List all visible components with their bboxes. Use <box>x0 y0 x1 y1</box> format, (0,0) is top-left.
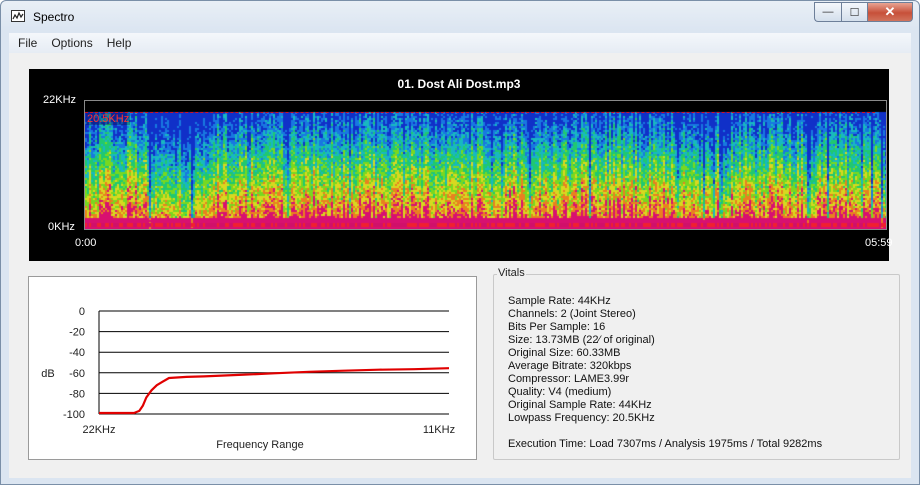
y-tick-label: -80 <box>69 388 85 400</box>
window-controls: — ☐ ✕ <box>814 2 913 22</box>
menu-bar: File Options Help <box>9 33 911 54</box>
vital-sample-rate: Sample Rate: 44KHz <box>508 295 611 307</box>
y-tick-label: -20 <box>69 327 85 339</box>
file-title: 01. Dost Ali Dost.mp3 <box>397 77 521 91</box>
vital-quality: Quality: V4 (medium) <box>508 386 612 398</box>
spectrogram-panel: 01. Dost Ali Dost.mp3 22KHz 0KHz 20.5KHz… <box>29 69 893 261</box>
app-icon <box>11 10 25 22</box>
x-tick-label: 11KHz <box>423 424 455 436</box>
vital-original-sample-rate: Original Sample Rate: 44KHz <box>508 399 652 411</box>
lowpass-marker-label: 20.5KHz <box>86 113 131 125</box>
menu-options[interactable]: Options <box>42 33 97 53</box>
y-max-label: 22KHz <box>43 94 77 106</box>
app-window: Spectro — ☐ ✕ File Options Help 01. Dost… <box>0 0 920 485</box>
minimize-button[interactable]: — <box>814 2 841 22</box>
menu-help[interactable]: Help <box>98 33 137 53</box>
spectrogram-image[interactable] <box>84 100 887 230</box>
vital-lowpass-frequency: Lowpass Frequency: 20.5KHz <box>508 412 655 424</box>
vital-compressor: Compressor: LAME3.99r <box>508 373 630 385</box>
vital-size: Size: 13.73MB (22⁄ of original) <box>508 334 655 346</box>
x-axis-label: Frequency Range <box>216 439 303 451</box>
x-tick-label: 22KHz <box>82 424 115 436</box>
response-curve <box>99 367 450 415</box>
lowpass-line <box>85 112 875 113</box>
vital-original-size: Original Size: 60.33MB <box>508 347 621 359</box>
vital-channels: Channels: 2 (Joint Stereo) <box>508 308 636 320</box>
y-tick-label: -100 <box>63 409 85 421</box>
client-area: 01. Dost Ali Dost.mp3 22KHz 0KHz 20.5KHz… <box>9 53 911 478</box>
close-button[interactable]: ✕ <box>867 2 913 22</box>
vital-average-bitrate: Average Bitrate: 320kbps <box>508 360 632 372</box>
frequency-response-panel: 0 -20 -40 -60 -80 -100 dB 22KHz 11KHz Frequency R… <box>28 276 477 460</box>
maximize-button[interactable]: ☐ <box>841 2 867 22</box>
frequency-response-chart: 0 -20 -40 -60 -80 -100 dB 22KHz 11KHz Frequency R… <box>41 306 455 451</box>
y-tick-label: -60 <box>69 368 85 380</box>
window-title: Spectro <box>33 10 75 24</box>
y-axis-label: dB <box>41 368 54 380</box>
menu-file[interactable]: File <box>9 33 42 53</box>
y-tick-label: 0 <box>79 306 85 318</box>
vital-bits-per-sample: Bits Per Sample: 16 <box>508 321 606 333</box>
time-end-label: 05:59 <box>865 237 893 249</box>
y-min-label: 0KHz <box>48 221 75 233</box>
vitals-legend: Vitals <box>497 267 526 279</box>
time-start-label: 0:00 <box>75 237 97 249</box>
y-tick-label: -40 <box>69 347 85 359</box>
title-bar[interactable]: Spectro — ☐ ✕ <box>1 1 919 33</box>
vitals-group: Vitals Sample Rate: 44KHz Channels: 2 (J… <box>493 267 900 460</box>
vital-execution-time: Execution Time: Load 7307ms / Analysis 1… <box>508 438 823 450</box>
